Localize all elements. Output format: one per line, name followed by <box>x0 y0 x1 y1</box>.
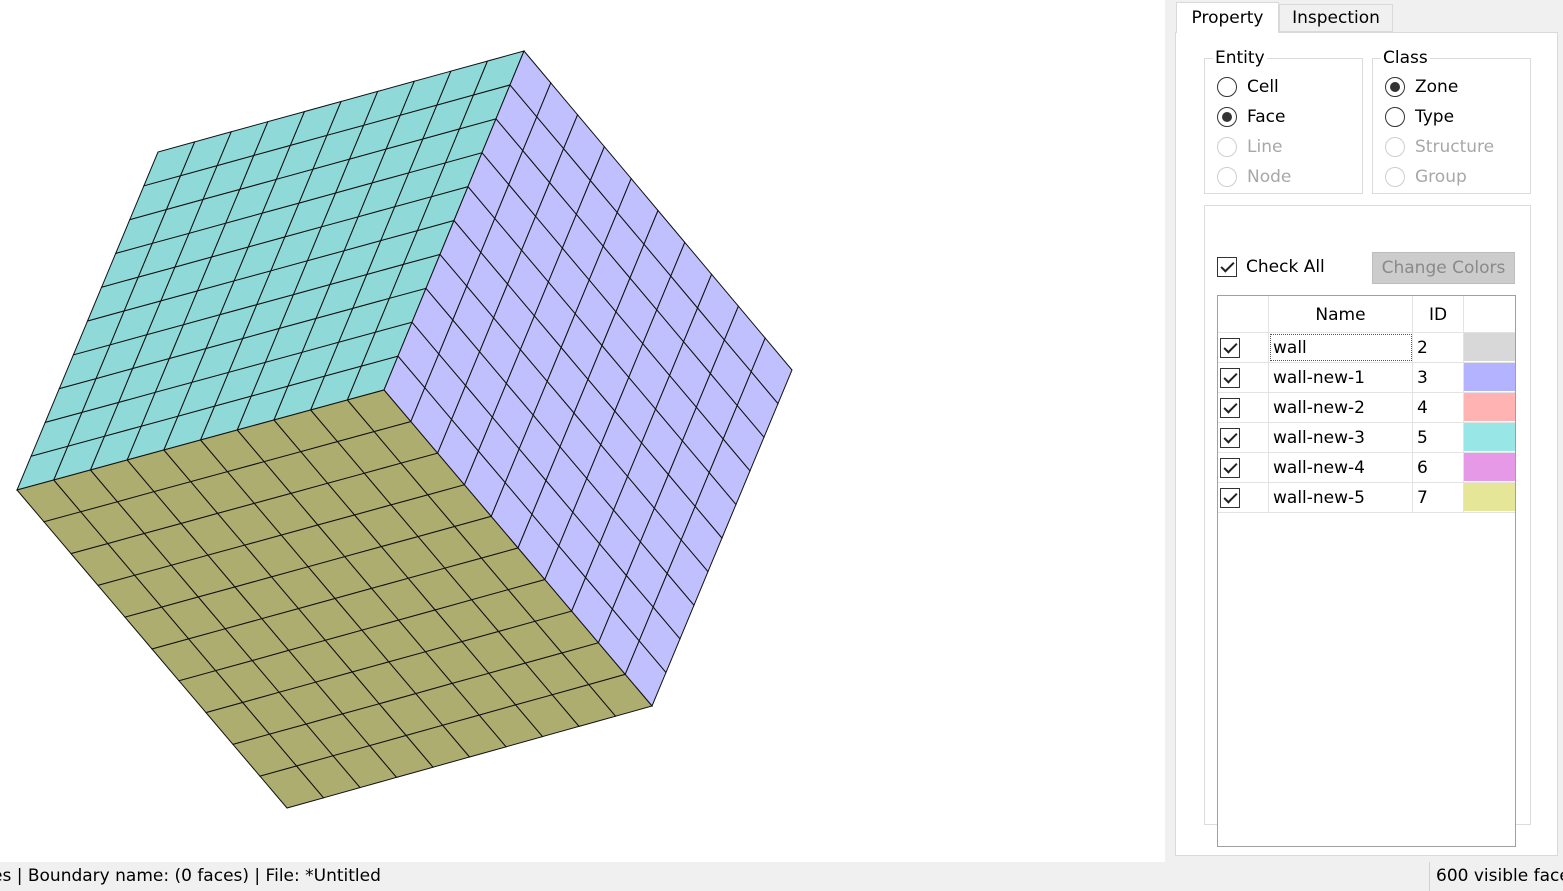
class-radio-label: Zone <box>1415 77 1459 97</box>
entity-radio-cell[interactable]: Cell <box>1217 75 1279 99</box>
table-row[interactable]: wall-new-1 3 <box>1218 363 1515 393</box>
row-color-swatch[interactable] <box>1464 393 1515 421</box>
tab-inspection-label: Inspection <box>1292 8 1380 28</box>
header-color[interactable] <box>1464 296 1515 333</box>
row-id: 6 <box>1413 453 1464 482</box>
class-radio-structure[interactable]: Structure <box>1385 135 1494 159</box>
row-name[interactable]: wall-new-5 <box>1269 483 1413 512</box>
status-left-text: es | Boundary name: (0 faces) | File: *U… <box>0 866 381 886</box>
entity-radio-label: Node <box>1247 167 1292 187</box>
tab-property[interactable]: Property <box>1176 2 1279 33</box>
class-group-title: Class <box>1381 48 1430 68</box>
entity-group-title: Entity <box>1213 48 1267 68</box>
mesh-viewport[interactable] <box>0 0 1165 862</box>
header-name[interactable]: Name <box>1269 296 1413 333</box>
row-color-swatch[interactable] <box>1464 483 1515 511</box>
cube-mesh <box>16 50 793 809</box>
entity-radio-label: Face <box>1247 107 1286 127</box>
row-name[interactable]: wall-new-3 <box>1269 423 1413 452</box>
check-all-label: Check All <box>1246 257 1325 277</box>
row-name[interactable]: wall <box>1269 333 1413 362</box>
entity-radio-line[interactable]: Line <box>1217 135 1282 159</box>
row-checkbox[interactable] <box>1220 337 1240 358</box>
row-checkbox[interactable] <box>1220 397 1240 418</box>
row-checkbox[interactable] <box>1220 457 1240 478</box>
class-radio-group[interactable]: Group <box>1385 165 1467 189</box>
row-id: 4 <box>1413 393 1464 422</box>
radio-indicator[interactable] <box>1217 107 1237 127</box>
table-row[interactable]: wall-new-2 4 <box>1218 393 1515 423</box>
check-all-box[interactable] <box>1217 257 1237 277</box>
class-radio-type[interactable]: Type <box>1385 105 1454 129</box>
radio-indicator[interactable] <box>1217 137 1237 157</box>
table-row[interactable]: wall 2 <box>1218 333 1515 363</box>
property-tab-page: Entity Cell Face Line Node Class Zone Ty… <box>1175 32 1558 856</box>
row-id: 3 <box>1413 363 1464 392</box>
check-all-checkbox[interactable]: Check All <box>1217 257 1325 277</box>
radio-indicator[interactable] <box>1385 107 1405 127</box>
row-color-swatch[interactable] <box>1464 333 1515 361</box>
row-checkbox[interactable] <box>1220 427 1240 448</box>
header-check[interactable] <box>1218 296 1269 333</box>
class-radio-label: Type <box>1415 107 1455 127</box>
entity-radio-node[interactable]: Node <box>1217 165 1291 189</box>
entity-radio-face[interactable]: Face <box>1217 105 1285 129</box>
header-id[interactable]: ID <box>1413 296 1464 333</box>
radio-indicator[interactable] <box>1217 167 1237 187</box>
radio-indicator[interactable] <box>1385 167 1405 187</box>
visible-faces-count: 600 visible faces <box>1429 862 1563 891</box>
entity-radio-label: Line <box>1247 137 1283 157</box>
row-id: 5 <box>1413 423 1464 452</box>
class-radio-label: Group <box>1415 167 1467 187</box>
change-colors-button[interactable]: Change Colors <box>1372 252 1515 284</box>
entity-group: Entity Cell Face Line Node <box>1204 49 1363 194</box>
row-name[interactable]: wall-new-4 <box>1269 453 1413 482</box>
status-bar: es | Boundary name: (0 faces) | File: *U… <box>0 862 1563 891</box>
row-id: 7 <box>1413 483 1464 512</box>
row-color-swatch[interactable] <box>1464 453 1515 481</box>
property-panel: Property Inspection Entity Cell Face Lin… <box>1165 0 1563 862</box>
row-name[interactable]: wall-new-1 <box>1269 363 1413 392</box>
row-checkbox[interactable] <box>1220 367 1240 388</box>
radio-indicator[interactable] <box>1385 77 1405 97</box>
class-radio-label: Structure <box>1415 137 1495 157</box>
table-header: Name ID <box>1218 296 1515 333</box>
table-row[interactable]: wall-new-3 5 <box>1218 423 1515 453</box>
row-color-swatch[interactable] <box>1464 423 1515 451</box>
class-group: Class Zone Type Structure Group <box>1372 49 1531 194</box>
tab-property-label: Property <box>1191 8 1264 28</box>
row-checkbox[interactable] <box>1220 487 1240 508</box>
tab-inspection[interactable]: Inspection <box>1279 4 1393 32</box>
row-id: 2 <box>1413 333 1464 362</box>
row-color-swatch[interactable] <box>1464 363 1515 391</box>
zone-table[interactable]: Name ID wall 2 wall-new-1 3 wall-new-2 4… <box>1217 295 1516 847</box>
radio-indicator[interactable] <box>1217 77 1237 97</box>
radio-indicator[interactable] <box>1385 137 1405 157</box>
class-radio-zone[interactable]: Zone <box>1385 75 1458 99</box>
table-row[interactable]: wall-new-4 6 <box>1218 453 1515 483</box>
row-name[interactable]: wall-new-2 <box>1269 393 1413 422</box>
table-row[interactable]: wall-new-5 7 <box>1218 483 1515 513</box>
entity-radio-label: Cell <box>1247 77 1279 97</box>
zone-list-group: Check All Change Colors Name ID wall 2 w… <box>1204 205 1531 847</box>
